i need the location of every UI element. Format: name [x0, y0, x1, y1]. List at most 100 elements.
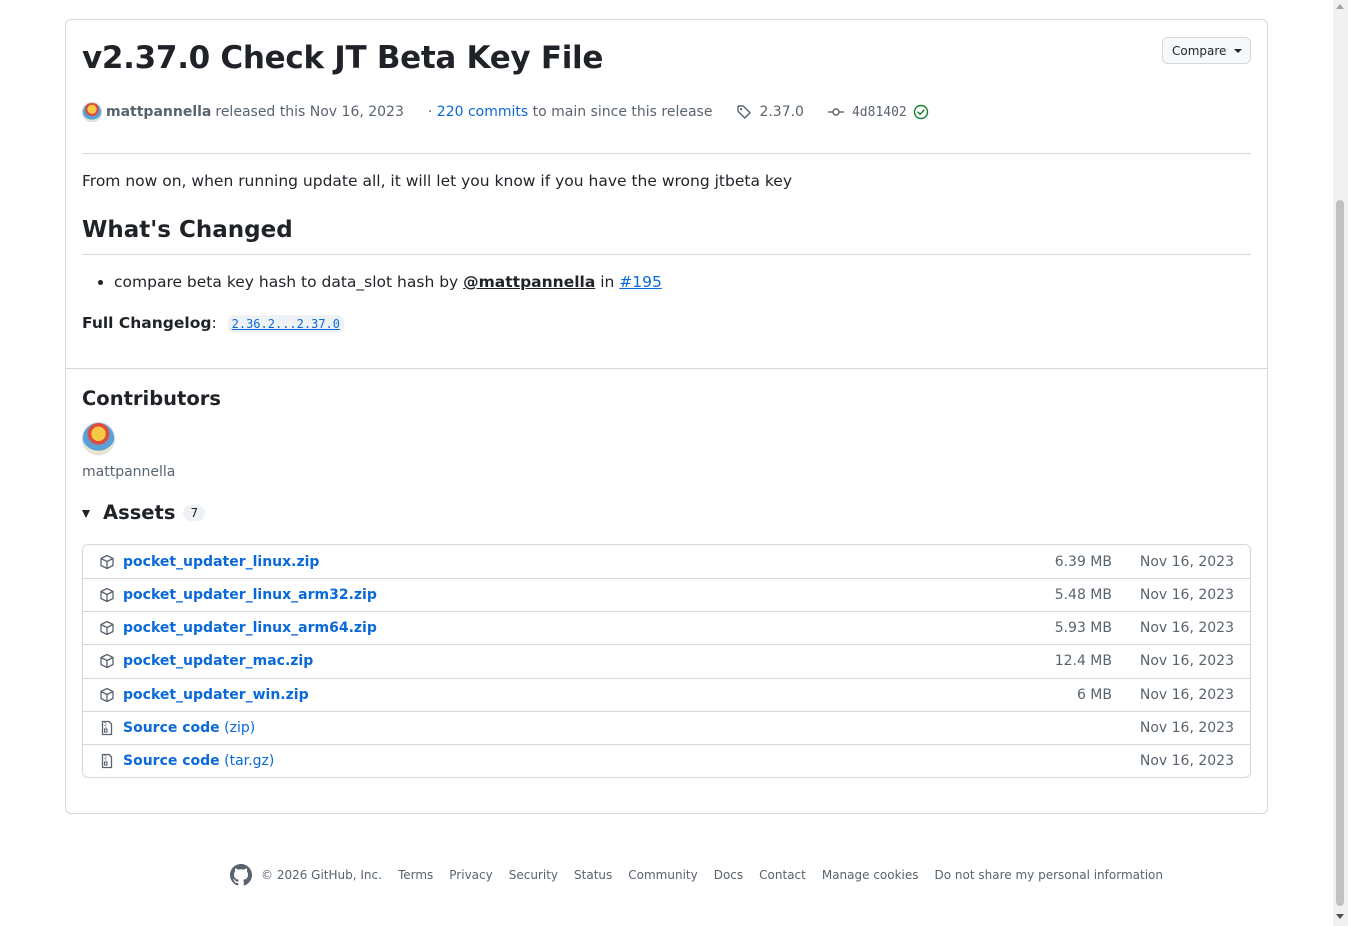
asset-date: Nov 16, 2023: [1139, 752, 1234, 769]
divider: [82, 153, 1251, 154]
asset-row: Source code (zip) Nov 16, 2023: [83, 710, 1250, 744]
triangle-down-icon: [82, 509, 90, 518]
site-footer: © 2026 GitHub, Inc. Terms Privacy Securi…: [230, 863, 1163, 887]
package-icon: [100, 588, 114, 603]
commits-suffix: to main since this release: [528, 104, 713, 120]
change-item: compare beta key hash to data_slot hash …: [114, 273, 662, 291]
release-title[interactable]: v2.37.0 Check JT Beta Key File: [82, 40, 603, 76]
changelog-label: Full Changelog: [82, 314, 212, 332]
heading-divider: [82, 254, 1251, 255]
asset-name: pocket_updater_linux.zip: [123, 553, 320, 570]
footer-copyright: © 2026 GitHub, Inc.: [261, 868, 382, 882]
tag-label: 2.37.0: [759, 104, 804, 120]
section-divider: [66, 368, 1267, 369]
package-icon: [100, 654, 114, 669]
asset-size: 5.48 MB: [1054, 587, 1112, 604]
asset-date: Nov 16, 2023: [1139, 620, 1234, 637]
asset-download-link[interactable]: pocket_updater_linux_arm64.zip: [123, 620, 377, 636]
assets-count-badge: 7: [183, 504, 206, 521]
commit-link[interactable]: 4d81402: [827, 104, 929, 120]
compare-label: Compare: [1172, 43, 1227, 58]
release-description: From now on, when running update all, it…: [82, 172, 793, 190]
footer-link-manage-cookies[interactable]: Manage cookies: [822, 868, 919, 882]
full-changelog: Full Changelog: 2.36.2...2.37.0: [82, 314, 344, 333]
source-code-link[interactable]: Source code (tar.gz): [123, 753, 274, 769]
asset-download-link[interactable]: pocket_updater_linux_arm32.zip: [123, 587, 377, 603]
asset-date: Nov 16, 2023: [1139, 686, 1234, 703]
tag-icon: [737, 105, 752, 119]
asset-size: 5.93 MB: [1054, 620, 1112, 637]
scroll-up-arrow-icon[interactable]: [1336, 4, 1344, 9]
asset-row: pocket_updater_mac.zip 12.4 MB Nov 16, 2…: [83, 644, 1250, 677]
change-in-text: in: [595, 273, 620, 291]
footer-link-privacy[interactable]: Privacy: [449, 868, 492, 882]
footer-link-community[interactable]: Community: [628, 868, 697, 882]
release-meta: mattpannella released this Nov 16, 2023 …: [82, 101, 929, 123]
asset-format: (zip): [219, 719, 256, 736]
asset-row: pocket_updater_win.zip 6 MB Nov 16, 2023: [83, 677, 1250, 711]
source-code-link[interactable]: Source code (zip): [123, 720, 255, 736]
asset-date: Nov 16, 2023: [1139, 719, 1234, 736]
github-logo-icon[interactable]: [230, 864, 252, 886]
change-list: compare beta key hash to data_slot hash …: [82, 273, 662, 291]
footer-link-contact[interactable]: Contact: [759, 868, 806, 882]
file-zip-icon: [101, 720, 113, 735]
assets-heading: Assets: [103, 501, 176, 524]
asset-name: pocket_updater_win.zip: [123, 686, 309, 703]
asset-size: 6.39 MB: [1054, 553, 1112, 570]
user-mention-link[interactable]: @mattpannella: [463, 273, 595, 291]
vertical-scrollbar[interactable]: [1333, 0, 1348, 926]
scrollbar-thumb[interactable]: [1336, 200, 1344, 906]
asset-row: Source code (tar.gz) Nov 16, 2023: [83, 743, 1250, 777]
asset-download-link[interactable]: pocket_updater_win.zip: [123, 687, 309, 703]
commit-sha: 4d81402: [851, 104, 907, 120]
release-card: v2.37.0 Check JT Beta Key File Compare m…: [65, 19, 1268, 814]
asset-row: pocket_updater_linux.zip 6.39 MB Nov 16,…: [83, 545, 1250, 578]
changelog-colon: :: [211, 314, 217, 332]
package-icon: [100, 554, 114, 569]
author-link[interactable]: mattpannella: [106, 104, 211, 120]
package-icon: [100, 621, 114, 636]
asset-size: 12.4 MB: [1054, 653, 1112, 670]
footer-link-docs[interactable]: Docs: [714, 868, 743, 882]
asset-name: pocket_updater_mac.zip: [123, 653, 314, 670]
asset-download-link[interactable]: pocket_updater_linux.zip: [123, 554, 319, 570]
footer-link-security[interactable]: Security: [509, 868, 558, 882]
asset-date: Nov 16, 2023: [1139, 553, 1234, 570]
footer-link-do-not-share[interactable]: Do not share my personal information: [935, 868, 1163, 882]
asset-download-link[interactable]: pocket_updater_mac.zip: [123, 653, 313, 669]
compare-button[interactable]: Compare: [1162, 37, 1251, 64]
author-avatar[interactable]: [82, 102, 102, 122]
pull-request-link[interactable]: #195: [619, 273, 662, 291]
package-icon: [100, 687, 114, 702]
tag-link[interactable]: 2.37.0: [736, 104, 804, 120]
footer-link-status[interactable]: Status: [574, 868, 612, 882]
contributor-name: mattpannella: [82, 464, 176, 480]
file-zip-icon: [101, 753, 113, 768]
asset-size: 6 MB: [1076, 686, 1112, 703]
git-commit-icon: [827, 108, 844, 116]
asset-name: Source code: [123, 752, 220, 769]
asset-name: pocket_updater_linux_arm32.zip: [123, 587, 377, 604]
asset-name: pocket_updater_linux_arm64.zip: [123, 620, 377, 637]
assets-list: pocket_updater_linux.zip 6.39 MB Nov 16,…: [82, 544, 1251, 778]
asset-name: Source code: [123, 719, 220, 736]
released-text: released this Nov 16, 2023: [215, 104, 404, 120]
changelog-compare-link[interactable]: 2.36.2...2.37.0: [227, 315, 344, 333]
commits-info: · 220 commits to main since this release: [428, 104, 713, 120]
whats-changed-heading: What's Changed: [82, 217, 293, 243]
asset-format: (tar.gz): [219, 752, 275, 769]
contributor-avatar[interactable]: [82, 422, 115, 455]
commits-link[interactable]: 220 commits: [437, 104, 528, 120]
asset-date: Nov 16, 2023: [1139, 653, 1234, 670]
change-text: compare beta key hash to data_slot hash …: [114, 273, 464, 291]
caret-down-icon: [1234, 48, 1243, 53]
asset-row: pocket_updater_linux_arm32.zip 5.48 MB N…: [83, 578, 1250, 611]
assets-toggle[interactable]: Assets 7: [82, 501, 206, 524]
verified-check-icon[interactable]: [913, 104, 929, 120]
contributors-heading: Contributors: [82, 387, 221, 410]
asset-row: pocket_updater_linux_arm64.zip 5.93 MB N…: [83, 611, 1250, 644]
footer-link-terms[interactable]: Terms: [398, 868, 433, 882]
scroll-down-arrow-icon[interactable]: [1336, 914, 1344, 919]
asset-date: Nov 16, 2023: [1139, 587, 1234, 604]
